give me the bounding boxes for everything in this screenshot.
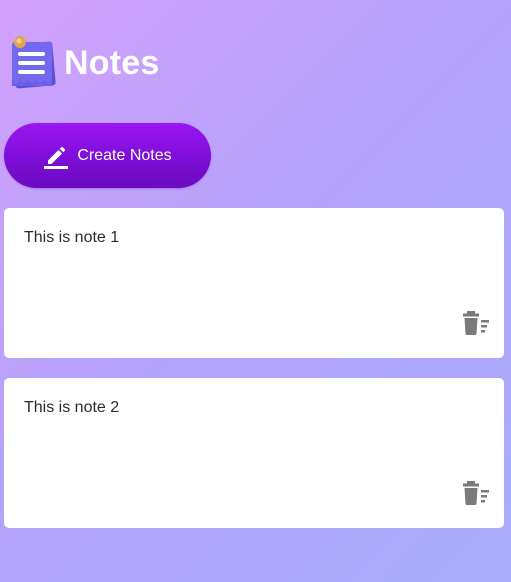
delete-icon[interactable] [462,481,490,505]
create-notes-label: Create Notes [77,146,172,164]
note-card[interactable]: This is note 1 [4,208,504,358]
notepad-logo-icon [10,34,62,92]
app-title: Notes [64,43,160,82]
app-header: Notes [10,34,159,92]
pencil-icon [43,143,69,169]
delete-icon[interactable] [462,311,490,335]
note-text[interactable]: This is note 2 [24,399,119,417]
note-card[interactable]: This is note 2 [4,378,504,528]
create-notes-button[interactable]: Create Notes [4,123,211,188]
note-text[interactable]: This is note 1 [24,229,119,247]
